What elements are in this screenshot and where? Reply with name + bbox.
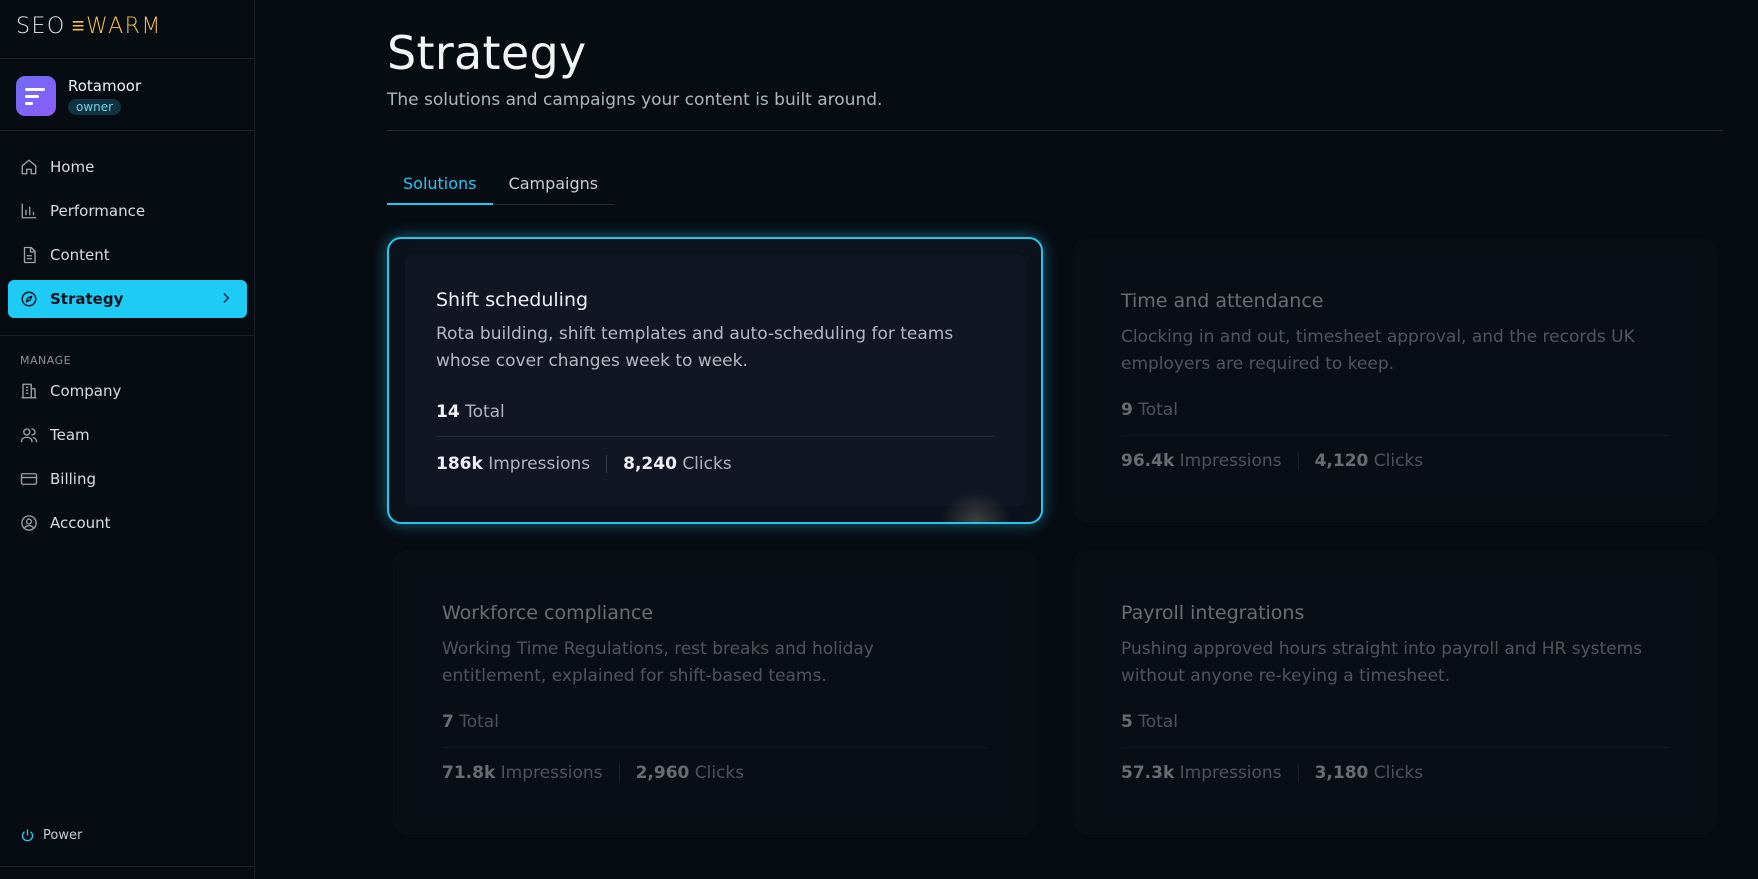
building-icon bbox=[20, 382, 38, 400]
solution-card-payroll-integrations[interactable]: Payroll integrations Pushing approved ho… bbox=[1074, 551, 1717, 834]
brand-swarm: ≡WARM bbox=[71, 14, 162, 39]
nav-company-label: Company bbox=[50, 382, 122, 400]
nav-company[interactable]: Company bbox=[8, 372, 247, 410]
nav-billing[interactable]: Billing bbox=[8, 460, 247, 498]
nav-content[interactable]: Content bbox=[8, 236, 247, 274]
power-button[interactable]: Power bbox=[20, 828, 82, 843]
org-avatar bbox=[16, 76, 56, 116]
users-icon bbox=[20, 426, 38, 444]
page-subtitle: The solutions and campaigns your content… bbox=[387, 90, 883, 110]
nav-performance-label: Performance bbox=[50, 202, 146, 220]
strategy-tabs: Solutions Campaigns bbox=[387, 168, 615, 205]
nav-team-label: Team bbox=[50, 426, 90, 444]
solution-title: Workforce compliance bbox=[442, 602, 654, 624]
nav-home-label: Home bbox=[50, 158, 95, 176]
divider bbox=[0, 58, 255, 59]
manage-section-label: MANAGE bbox=[20, 354, 72, 367]
solution-description: Rota building, shift templates and auto-… bbox=[436, 324, 954, 371]
solution-title: Shift scheduling bbox=[436, 289, 589, 311]
nav-account[interactable]: Account bbox=[8, 504, 247, 542]
sidebar: SEO ≡WARM Rotamoor owner Home Performanc… bbox=[0, 0, 255, 879]
home-icon bbox=[20, 158, 38, 176]
solution-metrics: 71.8k Impressions 2,960 Clicks bbox=[442, 763, 745, 783]
solution-metrics: 96.4k Impressions 4,120 Clicks bbox=[1121, 451, 1424, 471]
org-name: Rotamoor bbox=[68, 77, 142, 95]
tab-solutions[interactable]: Solutions bbox=[387, 168, 493, 205]
solution-total: 14 Total bbox=[436, 402, 505, 422]
solution-title: Time and attendance bbox=[1121, 290, 1324, 312]
solution-metrics: 186k Impressions 8,240 Clicks bbox=[436, 454, 732, 474]
power-icon bbox=[20, 828, 35, 843]
brand-logo[interactable]: SEO ≡WARM bbox=[16, 13, 162, 40]
document-icon bbox=[20, 246, 38, 264]
divider bbox=[0, 335, 255, 336]
solution-card-time-attendance[interactable]: Time and attendance Clocking in and out,… bbox=[1074, 239, 1717, 522]
org-role-badge: owner bbox=[68, 99, 122, 115]
org-switcher[interactable]: Rotamoor owner bbox=[16, 76, 141, 116]
nav-content-label: Content bbox=[50, 246, 110, 264]
nav-team[interactable]: Team bbox=[8, 416, 247, 454]
nav-home[interactable]: Home bbox=[8, 148, 247, 186]
divider bbox=[0, 866, 255, 867]
credit-card-icon bbox=[20, 470, 38, 488]
divider bbox=[0, 130, 255, 131]
nav-billing-label: Billing bbox=[50, 470, 96, 488]
solution-description: Clocking in and out, timesheet approval,… bbox=[1121, 327, 1635, 374]
user-circle-icon bbox=[20, 514, 38, 532]
bar-chart-icon bbox=[20, 202, 38, 220]
power-label: Power bbox=[43, 828, 83, 843]
compass-icon bbox=[20, 290, 38, 308]
solution-total: 7 Total bbox=[442, 712, 499, 732]
nav-account-label: Account bbox=[50, 514, 111, 532]
nav-strategy-label: Strategy bbox=[50, 290, 124, 308]
brand-seo: SEO bbox=[16, 13, 66, 39]
solution-title: Payroll integrations bbox=[1121, 602, 1305, 624]
solution-total: 5 Total bbox=[1121, 712, 1178, 732]
solution-total: 9 Total bbox=[1121, 400, 1178, 420]
solution-metrics: 57.3k Impressions 3,180 Clicks bbox=[1121, 763, 1424, 783]
nav-strategy[interactable]: Strategy bbox=[8, 280, 247, 318]
tab-campaigns[interactable]: Campaigns bbox=[493, 168, 615, 205]
nav-performance[interactable]: Performance bbox=[8, 192, 247, 230]
chevron-right-icon bbox=[219, 291, 233, 305]
page-title: Strategy bbox=[387, 26, 587, 80]
solution-description: Working Time Regulations, rest breaks an… bbox=[442, 639, 874, 686]
solution-card-workforce-compliance[interactable]: Workforce compliance Working Time Regula… bbox=[393, 551, 1036, 834]
solution-card-shift-scheduling[interactable]: Shift scheduling Rota building, shift te… bbox=[387, 237, 1043, 524]
header-divider bbox=[387, 130, 1723, 131]
solution-description: Pushing approved hours straight into pay… bbox=[1121, 639, 1643, 686]
